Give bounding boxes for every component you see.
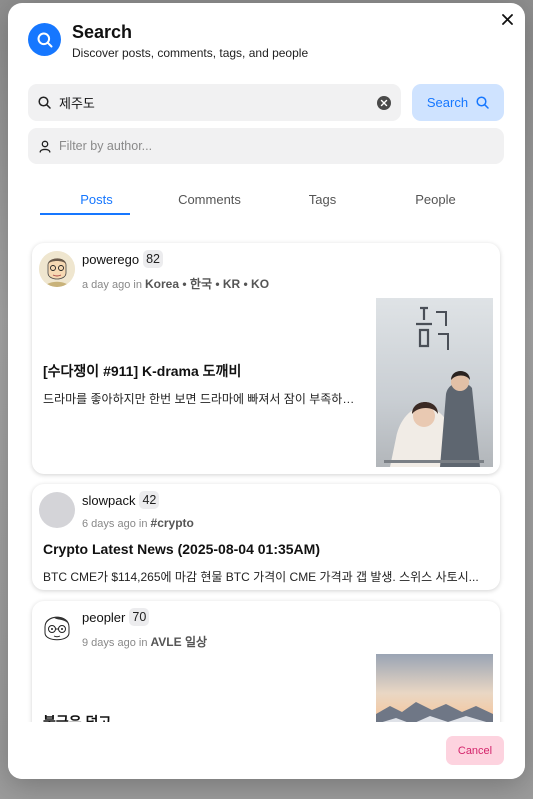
close-icon — [501, 13, 513, 25]
meta-in: in — [138, 637, 148, 649]
avatar[interactable] — [39, 492, 75, 528]
result-card[interactable]: powerego 82 a day ago in Korea • 한국 • KR… — [32, 243, 500, 474]
modal-footer: Cancel — [8, 722, 525, 779]
cancel-button[interactable]: Cancel — [446, 736, 504, 765]
search-icon — [38, 96, 51, 109]
post-time: 6 days ago — [82, 518, 136, 530]
avatar[interactable] — [39, 609, 75, 645]
results-list: powerego 82 a day ago in Korea • 한국 • KR… — [8, 229, 525, 722]
post-community[interactable]: #crypto — [151, 516, 194, 530]
post-title[interactable]: [수다쟁이 #911] K-drama 도깨비 — [43, 361, 241, 381]
post-excerpt: BTC CME가 $114,265에 마감 현물 BTC 가격이 CME 가격과… — [43, 570, 479, 584]
clear-search-button[interactable] — [377, 95, 391, 110]
header-search-icon — [28, 23, 61, 56]
tab-posts[interactable]: Posts — [40, 187, 153, 215]
search-row: Search — [28, 84, 504, 121]
tab-comments[interactable]: Comments — [153, 187, 266, 215]
tab-tags[interactable]: Tags — [266, 187, 379, 215]
modal-subtitle: Discover posts, comments, tags, and peop… — [72, 46, 309, 60]
post-time: 9 days ago — [82, 637, 136, 649]
post-community[interactable]: Korea • 한국 • KR • KO — [145, 277, 269, 291]
post-thumbnail[interactable] — [376, 298, 493, 467]
author-line: peopler 70 — [82, 608, 150, 626]
post-title[interactable]: Crypto Latest News (2025-08-04 01:35AM) — [43, 541, 320, 557]
post-title[interactable]: 불금은 덥고 — [43, 712, 111, 722]
author-name[interactable]: peopler — [82, 610, 125, 625]
author-name[interactable]: slowpack — [82, 493, 135, 508]
modal-header: Search Discover posts, comments, tags, a… — [28, 21, 308, 60]
search-input[interactable] — [59, 95, 377, 110]
reputation-badge: 82 — [143, 250, 164, 268]
search-button-label: Search — [426, 95, 469, 110]
author-line: slowpack 42 — [82, 491, 160, 509]
clear-icon — [380, 99, 388, 106]
meta-in: in — [138, 518, 148, 530]
user-icon — [39, 140, 51, 153]
reputation-badge: 70 — [129, 608, 150, 626]
result-card[interactable]: slowpack 42 6 days ago in #crypto Crypto… — [32, 484, 500, 590]
avatar[interactable] — [39, 251, 75, 287]
close-button[interactable] — [499, 11, 515, 27]
post-community[interactable]: AVLE 일상 — [151, 635, 208, 649]
post-meta: 9 days ago in AVLE 일상 — [82, 633, 207, 650]
author-filter-input[interactable] — [59, 139, 493, 153]
post-meta: 6 days ago in #crypto — [82, 516, 194, 530]
post-meta: a day ago in Korea • 한국 • KR • KO — [82, 275, 269, 292]
search-icon — [476, 96, 489, 109]
author-name[interactable]: powerego — [82, 252, 139, 267]
meta-in: in — [133, 279, 142, 291]
modal-title: Search — [72, 22, 133, 42]
reputation-badge: 42 — [139, 491, 160, 509]
search-box — [28, 84, 401, 121]
tab-people[interactable]: People — [379, 187, 492, 215]
search-modal: Search Discover posts, comments, tags, a… — [8, 3, 525, 779]
search-button[interactable]: Search — [412, 84, 504, 121]
result-tabs: Posts Comments Tags People — [40, 187, 492, 215]
post-thumbnail[interactable] — [376, 654, 493, 722]
author-filter-box — [28, 128, 504, 164]
result-card[interactable]: peopler 70 9 days ago in AVLE 일상 불금은 덥고 — [32, 601, 500, 722]
post-time: a day ago — [82, 279, 131, 291]
author-line: powerego 82 — [82, 250, 164, 268]
post-excerpt: 드라마를 좋아하지만 한번 보면 드라마에 빠져서 잠이 부족하게 ... — [43, 392, 365, 406]
